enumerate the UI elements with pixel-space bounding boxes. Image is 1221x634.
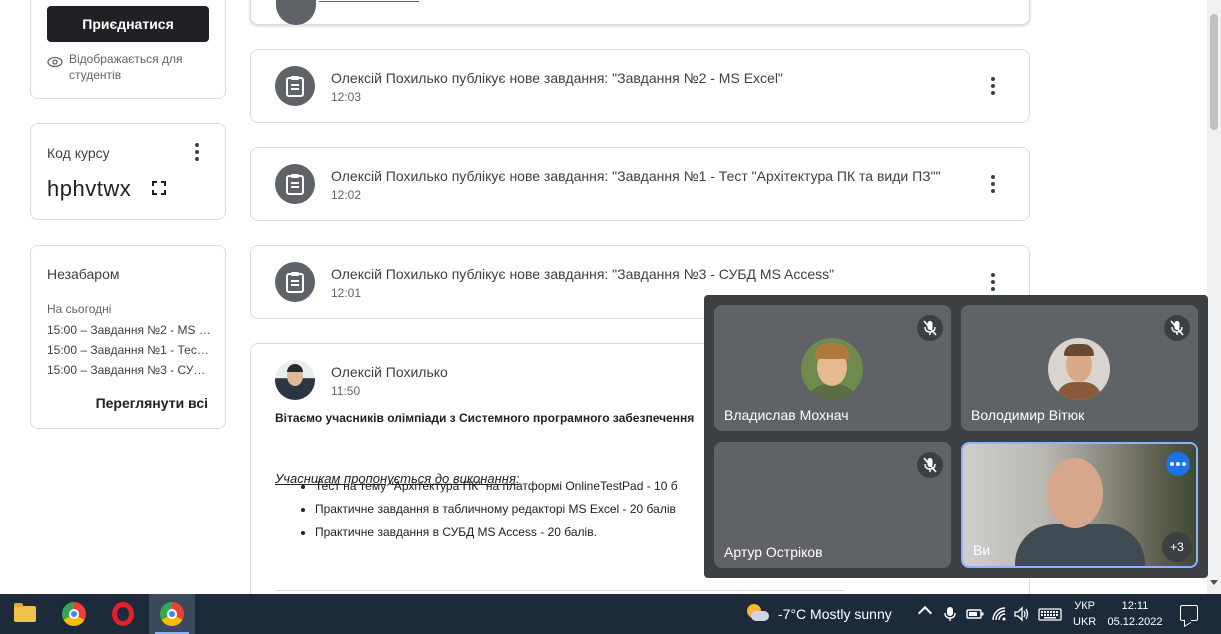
avatar: [276, 0, 316, 25]
avatar: [1048, 338, 1110, 400]
more-participants-badge[interactable]: +3: [1162, 532, 1192, 562]
task-more-icon[interactable]: [983, 174, 1003, 194]
task-post[interactable]: Олексій Похилько публікує нове завдання:…: [250, 49, 1030, 123]
mic-off-icon: [1164, 315, 1190, 341]
course-code-more-icon[interactable]: [187, 142, 207, 162]
course-code-card: Код курсу hphvtwx: [30, 123, 226, 220]
clock-time: 12:11: [1121, 600, 1149, 612]
participant-tile[interactable]: Володимир Вітюк: [961, 305, 1198, 431]
task-post[interactable]: Олексій Похилько публікує нове завдання:…: [250, 147, 1030, 221]
video-person: [1015, 524, 1145, 566]
course-code-title: Код курсу: [47, 145, 110, 161]
participant-name: Володимир Вітюк: [971, 407, 1085, 423]
task-more-icon[interactable]: [983, 76, 1003, 96]
post-author: Олексій Похилько: [331, 364, 448, 380]
divider: [319, 1, 419, 2]
microphone-icon[interactable]: [943, 606, 957, 622]
visibility-note: Відображається для студентів: [47, 51, 199, 83]
divider: [275, 590, 845, 591]
post-time: 11:50: [331, 384, 361, 398]
notification-icon[interactable]: [1180, 605, 1198, 621]
wifi-icon[interactable]: [991, 606, 1009, 622]
upcoming-list: 15:00 – Завдання №2 - MS Excel 15:00 – З…: [47, 320, 213, 380]
participant-name: Владислав Мохнач: [724, 407, 849, 423]
view-all-link[interactable]: Переглянути всі: [96, 395, 208, 411]
more-options-icon[interactable]: [1166, 452, 1190, 476]
scroll-thumb[interactable]: [1210, 14, 1218, 130]
join-button[interactable]: Приєднатися: [47, 6, 209, 42]
assignment-icon: [275, 262, 315, 302]
opera-icon[interactable]: [100, 594, 146, 634]
weather-text[interactable]: -7°C Mostly sunny: [778, 606, 892, 622]
join-card: Приєднатися Відображається для студентів: [30, 0, 226, 99]
mic-off-icon: [917, 315, 943, 341]
eye-icon: [47, 56, 63, 68]
task-more-icon[interactable]: [983, 272, 1003, 292]
upcoming-item[interactable]: 15:00 – Завдання №1 - Тест "Архітектура …: [47, 340, 213, 360]
list-item: Практичне завдання в табличному редактор…: [315, 498, 678, 521]
meet-participants-panel: Владислав Мохнач Володимир Вітюк Артур О…: [704, 295, 1208, 578]
scrollbar[interactable]: [1207, 0, 1221, 594]
avatar: [801, 338, 863, 400]
clock-date: 05.12.2022: [1107, 616, 1163, 628]
clock[interactable]: 12:11 05.12.2022: [1106, 598, 1164, 630]
task-title: Олексій Похилько публікує нове завдання:…: [331, 70, 783, 86]
upcoming-title: Незабаром: [47, 266, 120, 282]
upcoming-subtitle: На сьогодні: [47, 302, 112, 316]
windows-taskbar: -7°C Mostly sunny УКР UKR 12:11 05.12.20…: [0, 594, 1221, 634]
upcoming-card: Незабаром На сьогодні 15:00 – Завдання №…: [30, 245, 226, 429]
language-indicator[interactable]: УКР UKR: [1073, 598, 1096, 630]
list-item: Тест на тему "Архітектура ПК" на платфор…: [315, 475, 678, 498]
task-time: 12:03: [331, 90, 362, 104]
participant-name: Артур Остріков: [724, 544, 823, 560]
self-video-tile[interactable]: Ви +3: [961, 442, 1198, 568]
task-time: 12:02: [331, 188, 362, 202]
language-top: УКР: [1074, 600, 1095, 612]
battery-icon[interactable]: [966, 606, 984, 622]
participant-tile[interactable]: Владислав Мохнач: [714, 305, 951, 431]
show-hidden-icons-icon[interactable]: [917, 605, 933, 621]
participant-name: Ви: [973, 542, 991, 558]
mic-off-icon: [917, 452, 943, 478]
post-bullets: Тест на тему "Архітектура ПК" на платфор…: [315, 475, 678, 544]
list-item: Практичне завдання в СУБД MS Access - 20…: [315, 521, 678, 544]
post-heading: Вітаємо учасників олімпіади з Системного…: [275, 411, 695, 425]
task-time: 12:01: [331, 286, 362, 300]
video-person-head: [1047, 458, 1103, 528]
file-explorer-icon[interactable]: [2, 594, 48, 634]
upcoming-item[interactable]: 15:00 – Завдання №3 - СУБД MS Access: [47, 360, 213, 380]
task-title: Олексій Похилько публікує нове завдання:…: [331, 266, 835, 282]
assignment-icon: [275, 164, 315, 204]
visibility-text: Відображається для студентів: [69, 52, 183, 82]
assignment-icon: [275, 66, 315, 106]
scroll-down-icon[interactable]: [1210, 580, 1218, 585]
stream-card-partial: [250, 0, 1030, 25]
volume-icon[interactable]: [1013, 606, 1031, 622]
participant-tile[interactable]: Артур Остріков: [714, 442, 951, 568]
avatar: [275, 360, 315, 400]
fullscreen-icon[interactable]: [152, 181, 166, 195]
weather-icon[interactable]: [745, 602, 769, 624]
keyboard-icon[interactable]: [1038, 606, 1062, 622]
chrome-profile-icon[interactable]: [149, 594, 195, 634]
course-code-value: hphvtwx: [47, 176, 132, 201]
chrome-icon[interactable]: [51, 594, 97, 634]
task-title: Олексій Похилько публікує нове завдання:…: [331, 168, 941, 184]
language-bottom: UKR: [1073, 616, 1097, 628]
upcoming-item[interactable]: 15:00 – Завдання №2 - MS Excel: [47, 320, 213, 340]
